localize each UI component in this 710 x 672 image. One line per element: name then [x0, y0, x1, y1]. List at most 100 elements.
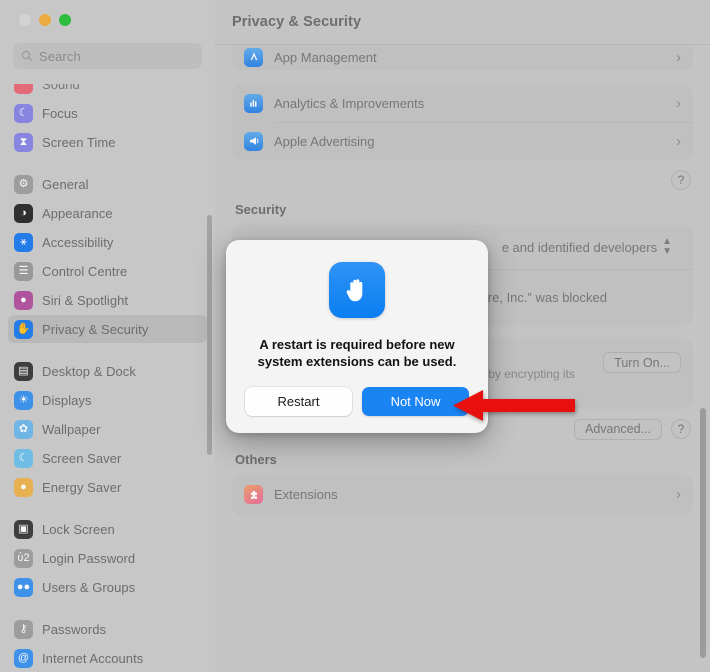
- sidebar-item-accessibility[interactable]: ⚹ Accessibility: [8, 228, 207, 256]
- row-extensions[interactable]: Extensions ›: [232, 475, 693, 515]
- sidebar-item-internet-accounts[interactable]: @ Internet Accounts: [8, 644, 207, 672]
- screen-time-icon: ⧗: [14, 132, 33, 152]
- sidebar: Search ◔ Sound ☾ Focus ⧗ Screen Time ⚙ General ◑…: [0, 0, 215, 672]
- others-card: Extensions ›: [232, 474, 693, 515]
- sidebar-item-label: Passwords: [42, 621, 107, 637]
- minimize-button[interactable]: [39, 14, 51, 26]
- sidebar-item-displays[interactable]: ☀ Displays: [8, 386, 207, 414]
- row-app-management[interactable]: App Management ›: [232, 46, 693, 70]
- window-traffic-lights: [0, 0, 215, 38]
- energy-saver-icon: ●: [14, 477, 33, 497]
- screen-saver-icon: ☾: [14, 448, 33, 468]
- sidebar-item-label: Wallpaper: [42, 421, 101, 437]
- sidebar-item-label: General: [42, 176, 89, 192]
- others-section-heading: Others: [235, 451, 277, 467]
- appearance-icon: ◑: [14, 203, 33, 223]
- gatekeeper-popup[interactable]: e and identified developers ▲ ▼: [494, 236, 679, 258]
- desktop-dock-icon: ▤: [14, 361, 33, 381]
- sidebar-item-label: Focus: [42, 105, 78, 121]
- main-scrollbar[interactable]: [700, 408, 706, 658]
- passwords-icon: ⚷: [14, 619, 33, 639]
- sidebar-item-label: Login Password: [42, 550, 136, 566]
- sidebar-item-appearance[interactable]: ◑ Appearance: [8, 199, 207, 227]
- sidebar-item-lock-screen[interactable]: ▣ Lock Screen: [8, 515, 207, 543]
- chevron-right-icon: ›: [676, 48, 681, 66]
- app-management-card: App Management ›: [232, 46, 693, 70]
- sidebar-item-label: Internet Accounts: [42, 650, 144, 666]
- displays-icon: ☀: [14, 390, 33, 410]
- filevault-turn-on-button[interactable]: Turn On...: [603, 352, 681, 373]
- sidebar-item-label: Privacy & Security: [42, 321, 149, 337]
- users-groups-icon: ●●: [14, 577, 33, 597]
- row-label: Apple Advertising: [274, 133, 375, 149]
- sidebar-group-separator: [8, 602, 207, 615]
- sidebar-item-label: Sound: [42, 84, 80, 92]
- security-section-heading: Security: [235, 202, 287, 217]
- search-container: Search: [0, 38, 215, 69]
- sidebar-item-sound[interactable]: ◔ Sound: [8, 84, 207, 98]
- row-label: App Management: [274, 49, 377, 65]
- close-button[interactable]: [19, 14, 31, 26]
- siri-icon: ●: [14, 290, 33, 310]
- search-field[interactable]: Search: [13, 43, 202, 69]
- sidebar-item-users-groups[interactable]: ●● Users & Groups: [8, 573, 207, 601]
- sidebar-item-label: Desktop & Dock: [42, 363, 136, 379]
- lock-screen-icon: ▣: [14, 519, 33, 539]
- page-header: Privacy & Security: [215, 0, 710, 45]
- sidebar-item-siri-spotlight[interactable]: ● Siri & Spotlight: [8, 286, 207, 314]
- login-password-icon: ὑ2: [14, 548, 33, 568]
- sidebar-item-label: Control Centre: [42, 263, 128, 279]
- chevron-right-icon: ›: [676, 132, 681, 150]
- sidebar-item-label: Displays: [42, 392, 92, 408]
- chevron-updown-icon: ▲ ▼: [662, 236, 672, 257]
- focus-icon: ☾: [14, 103, 33, 123]
- advanced-button[interactable]: Advanced...: [573, 418, 662, 440]
- row-apple-advertising[interactable]: Apple Advertising ›: [232, 122, 693, 160]
- accessibility-icon: ⚹: [14, 232, 33, 252]
- hand-stop-glyph: [346, 279, 363, 302]
- chevron-right-icon: ›: [676, 94, 681, 112]
- sidebar-item-privacy-security[interactable]: ✋ Privacy & Security: [8, 315, 207, 343]
- dialog-message: A restart is required before new system …: [257, 337, 457, 370]
- sidebar-item-desktop-dock[interactable]: ▤ Desktop & Dock: [8, 357, 207, 385]
- sidebar-item-screen-time[interactable]: ⧗ Screen Time: [8, 128, 207, 156]
- search-icon: [21, 50, 33, 62]
- sidebar-item-screen-saver[interactable]: ☾ Screen Saver: [8, 444, 207, 472]
- restart-button[interactable]: Restart: [245, 386, 352, 416]
- sidebar-item-focus[interactable]: ☾ Focus: [8, 99, 207, 127]
- analytics-card: Analytics & Improvements › Apple Adverti…: [232, 84, 693, 160]
- page-title: Privacy & Security: [232, 14, 362, 30]
- system-settings-window: Search ◔ Sound ☾ Focus ⧗ Screen Time ⚙ General ◑…: [0, 0, 710, 672]
- extensions-icon: [244, 485, 263, 505]
- sidebar-item-passwords[interactable]: ⚷ Passwords: [8, 615, 207, 643]
- sidebar-item-control-centre[interactable]: ☰ Control Centre: [8, 257, 207, 285]
- red-pointer-arrow: [453, 390, 575, 421]
- sidebar-item-wallpaper[interactable]: ✿ Wallpaper: [8, 415, 207, 443]
- help-row-top: ?: [232, 170, 691, 190]
- sidebar-item-energy-saver[interactable]: ● Energy Saver: [8, 473, 207, 501]
- control-centre-icon: ☰: [14, 261, 33, 281]
- gatekeeper-value: e and identified developers: [501, 239, 658, 255]
- sidebar-item-label: Lock Screen: [42, 521, 115, 537]
- help-button-bottom[interactable]: ?: [671, 419, 691, 440]
- dialog-button-row: Restart Not Now: [245, 386, 469, 416]
- sound-icon: ◔: [14, 84, 33, 94]
- sidebar-item-general[interactable]: ⚙ General: [8, 170, 207, 198]
- sidebar-item-label: Users & Groups: [42, 579, 136, 595]
- analytics-icon: [244, 93, 263, 113]
- restart-required-dialog: A restart is required before new system …: [226, 240, 488, 433]
- search-placeholder: Search: [39, 48, 81, 64]
- blocked-software-text: re, Inc.” was blocked: [487, 289, 607, 305]
- wallpaper-icon: ✿: [14, 419, 33, 439]
- help-button-top[interactable]: ?: [671, 170, 691, 190]
- row-label: Extensions: [274, 487, 338, 503]
- sidebar-scrollbar[interactable]: [207, 215, 212, 455]
- sidebar-item-login-password[interactable]: ὑ2 Login Password: [8, 544, 207, 572]
- maximize-button[interactable]: [59, 14, 71, 26]
- general-icon: ⚙: [14, 174, 33, 194]
- sidebar-item-label: Screen Time: [42, 134, 116, 150]
- row-analytics-improvements[interactable]: Analytics & Improvements ›: [232, 84, 693, 122]
- sidebar-item-label: Screen Saver: [42, 450, 122, 466]
- sidebar-item-label: Accessibility: [42, 234, 114, 250]
- sidebar-scroll-area[interactable]: ◔ Sound ☾ Focus ⧗ Screen Time ⚙ General ◑ Appeara…: [0, 84, 215, 672]
